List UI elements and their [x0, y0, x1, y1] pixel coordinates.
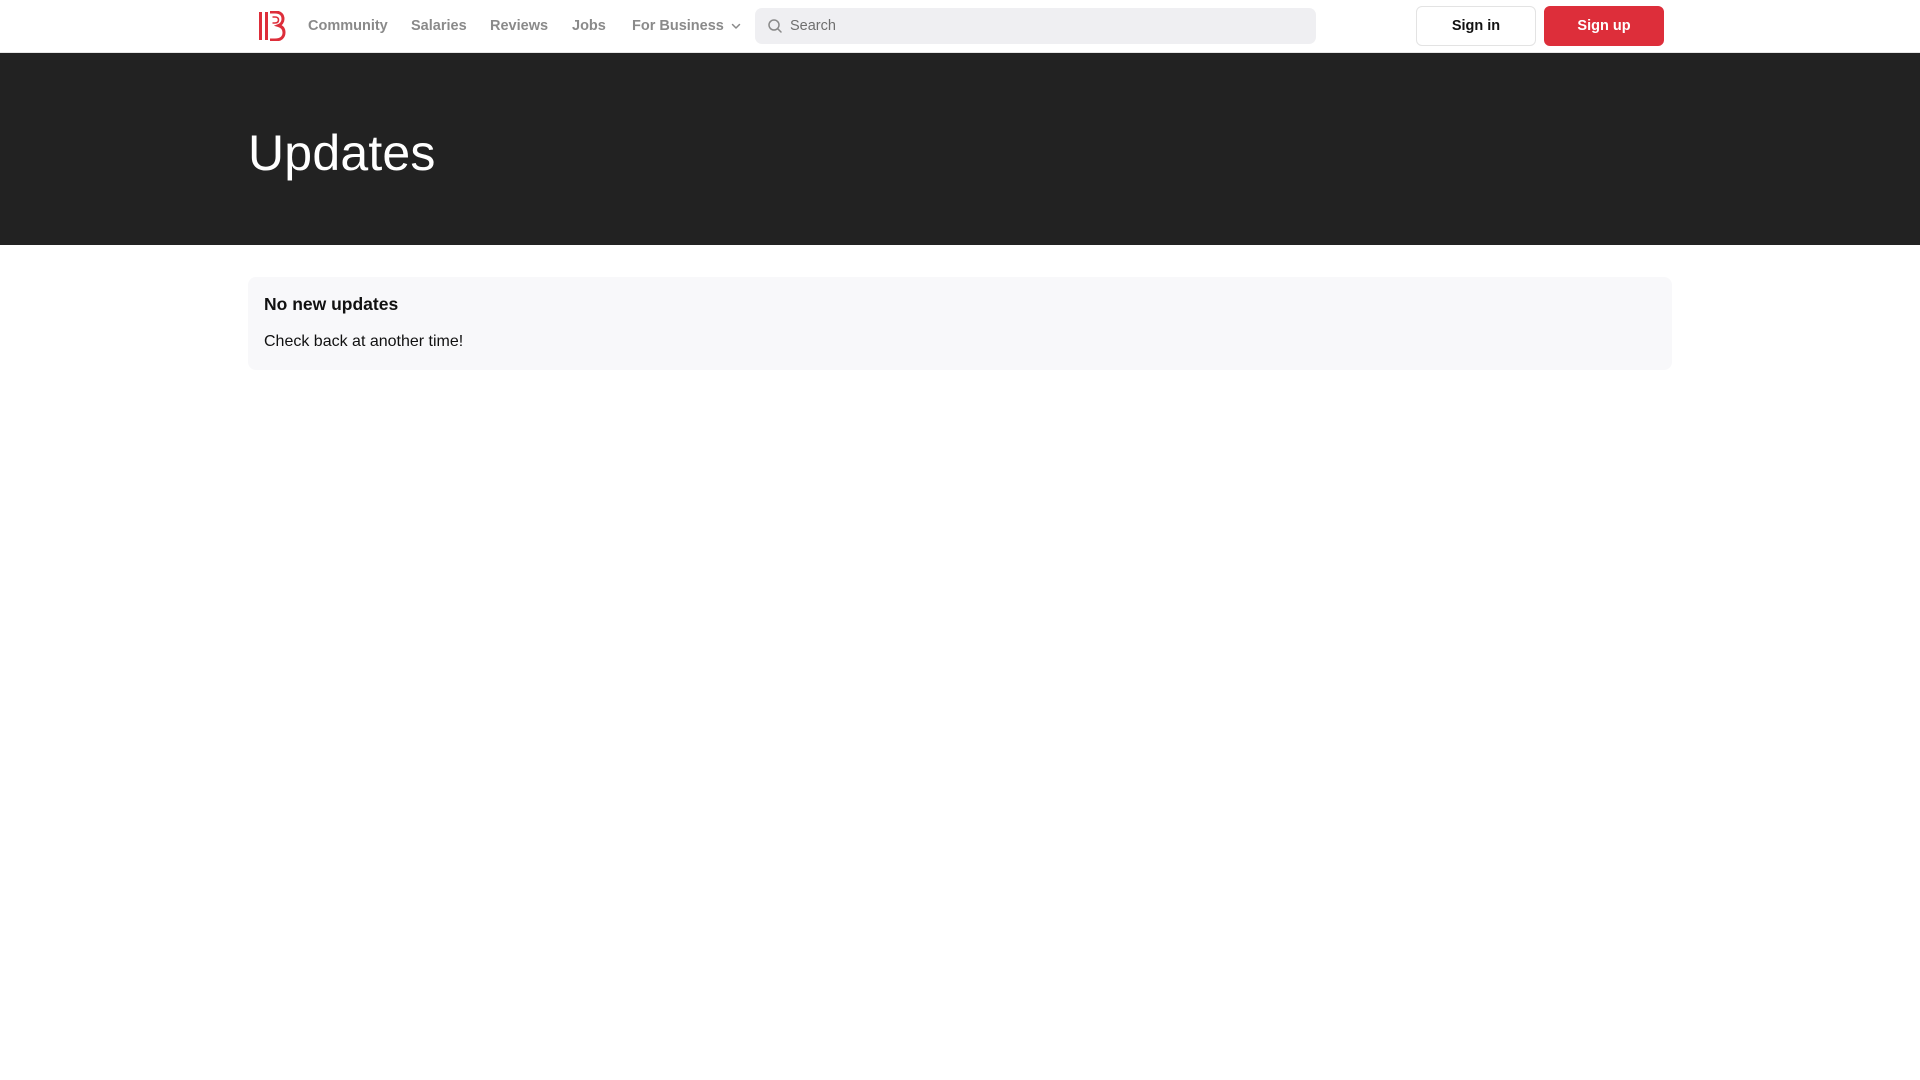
nav-jobs-link[interactable]: Jobs — [572, 16, 606, 36]
nav-reviews-link[interactable]: Reviews — [490, 16, 548, 36]
page-title: Updates — [248, 125, 436, 181]
search-input[interactable] — [790, 11, 1290, 41]
chevron-down-icon — [731, 23, 741, 29]
nav-for-business-dropdown[interactable]: For Business — [632, 16, 742, 36]
nav-for-business-label: For Business — [632, 18, 724, 34]
empty-state-title: No new updates — [264, 294, 399, 314]
empty-state-message: Check back at another time! — [264, 333, 464, 350]
search-icon — [768, 19, 782, 33]
nav-salaries-link[interactable]: Salaries — [411, 16, 467, 36]
top-navigation-bar: Community Salaries Reviews Jobs For Busi… — [0, 0, 1920, 53]
hero-banner: Updates — [0, 53, 1920, 245]
nav-community-link[interactable]: Community — [308, 16, 388, 36]
sign-up-button[interactable]: Sign up — [1544, 6, 1664, 46]
empty-state-card: No new updates Check back at another tim… — [248, 277, 1672, 370]
sign-in-button[interactable]: Sign in — [1416, 6, 1536, 46]
search-bar[interactable] — [755, 8, 1316, 44]
brand-logo-icon[interactable] — [258, 11, 286, 41]
